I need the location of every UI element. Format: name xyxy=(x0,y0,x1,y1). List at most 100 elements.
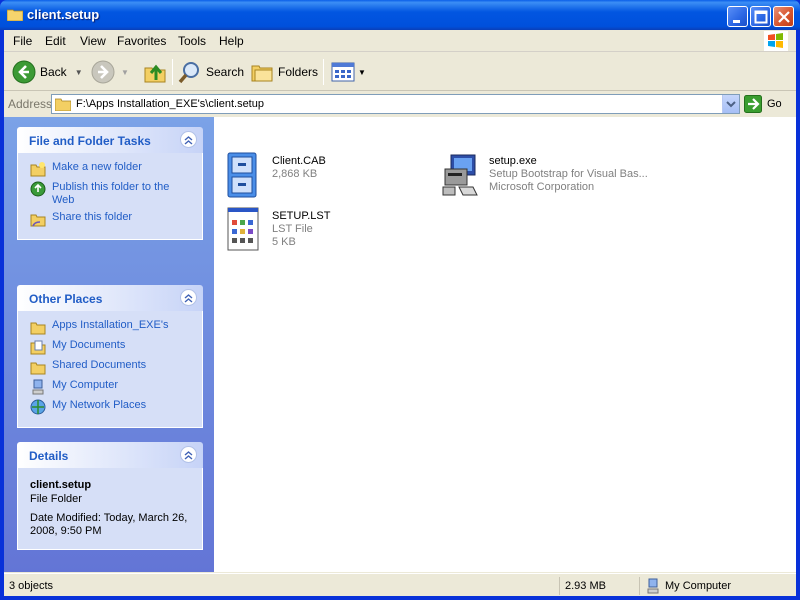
file-name: Client.CAB xyxy=(272,155,326,167)
place-label: Apps Installation_EXE's xyxy=(52,319,169,331)
folder-icon xyxy=(55,98,71,111)
file-description: Setup Bootstrap for Visual Bas... xyxy=(489,168,648,180)
folders-label: Folders xyxy=(278,65,319,79)
details-item-name: client.setup xyxy=(30,479,92,491)
minimize-icon xyxy=(733,20,740,23)
status-size: 2.93 MB xyxy=(559,577,639,595)
folder-icon xyxy=(7,9,23,21)
menu-bar: File Edit View Favorites Tools Help xyxy=(4,30,796,52)
status-bar: 3 objects 2.93 MB My Computer xyxy=(4,573,796,596)
panel-title: Other Places xyxy=(29,292,103,306)
folder-icon xyxy=(30,362,46,375)
cabinet-icon xyxy=(227,152,257,198)
forward-arrow-icon xyxy=(91,60,115,84)
place-my-network-places[interactable]: My Network Places xyxy=(30,399,194,415)
place-my-computer[interactable]: My Computer xyxy=(30,379,194,395)
file-item-setup-lst[interactable]: SETUP.LST LST File 5 KB xyxy=(224,206,331,254)
views-dropdown-icon[interactable]: ▼ xyxy=(358,68,366,77)
windows-logo-icon xyxy=(764,31,788,51)
task-make-new-folder[interactable]: Make a new folder xyxy=(30,161,194,177)
maximize-icon xyxy=(754,10,768,24)
panel-body: Make a new folder Publish this folder to… xyxy=(17,153,203,240)
toolbar-separator xyxy=(323,59,324,85)
go-arrow-icon xyxy=(744,95,762,113)
menu-edit[interactable]: Edit xyxy=(45,34,66,48)
collapse-chevron-icon[interactable] xyxy=(180,289,197,306)
back-arrow-icon xyxy=(12,60,36,84)
panel-header[interactable]: File and Folder Tasks xyxy=(17,127,203,153)
file-item-client-cab[interactable]: Client.CAB 2,868 KB xyxy=(224,151,326,199)
status-zone-label: My Computer xyxy=(665,580,732,592)
collapse-chevron-icon[interactable] xyxy=(180,131,197,148)
task-pane: File and Folder Tasks Make a new folder … xyxy=(4,117,214,572)
search-label: Search xyxy=(206,65,245,79)
details-date-modified: Date Modified: Today, March 26, 2008, 9:… xyxy=(30,512,188,537)
toolbar: Back ▼ ▼ Search Folders ▼ xyxy=(4,53,796,91)
task-share-folder[interactable]: Share this folder xyxy=(30,211,194,227)
file-size: 5 KB xyxy=(272,236,296,248)
window-title: client.setup xyxy=(27,7,100,22)
search-button[interactable]: Search xyxy=(178,57,244,87)
file-name: SETUP.LST xyxy=(272,210,331,222)
text-file-icon xyxy=(227,207,259,251)
file-size: 2,868 KB xyxy=(272,168,318,180)
go-button[interactable]: Go xyxy=(744,95,782,113)
window-client: File Edit View Favorites Tools Help Back… xyxy=(4,30,796,596)
menu-view[interactable]: View xyxy=(80,34,106,48)
close-icon xyxy=(778,11,790,23)
maximize-button[interactable] xyxy=(750,6,771,27)
collapse-chevron-icon[interactable] xyxy=(180,446,197,463)
file-list-pane[interactable]: Client.CAB 2,868 KB setup.exe Setup Boot… xyxy=(214,117,796,572)
place-apps-installation[interactable]: Apps Installation_EXE's xyxy=(30,319,194,335)
address-path: F:\Apps Installation_EXE's\client.setup xyxy=(76,98,264,110)
close-button[interactable] xyxy=(773,6,794,27)
task-label: Share this folder xyxy=(52,211,133,223)
folders-button[interactable]: Folders xyxy=(250,57,318,87)
computer-icon xyxy=(647,578,659,594)
file-company: Microsoft Corporation xyxy=(489,181,595,193)
details-item-type: File Folder xyxy=(30,493,82,505)
panel-body: Apps Installation_EXE's My Documents Sha… xyxy=(17,311,203,428)
minimize-button[interactable] xyxy=(727,6,748,27)
status-object-count: 3 objects xyxy=(9,580,54,592)
menu-favorites[interactable]: Favorites xyxy=(117,34,166,48)
my-documents-icon xyxy=(30,340,46,355)
globe-icon xyxy=(30,181,46,197)
task-label: Make a new folder xyxy=(52,161,142,173)
file-item-setup-exe[interactable]: setup.exe Setup Bootstrap for Visual Bas… xyxy=(441,151,648,199)
back-label: Back xyxy=(40,65,67,79)
status-zone: My Computer xyxy=(639,577,796,595)
back-dropdown-icon[interactable]: ▼ xyxy=(75,68,83,77)
up-folder-button[interactable] xyxy=(143,57,167,87)
back-button[interactable]: Back ▼ xyxy=(12,57,83,87)
panel-header[interactable]: Other Places xyxy=(17,285,203,311)
place-my-documents[interactable]: My Documents xyxy=(30,339,194,355)
file-type: LST File xyxy=(272,223,313,235)
up-folder-icon xyxy=(144,64,166,83)
chevron-down-icon xyxy=(726,101,736,108)
task-publish-folder[interactable]: Publish this folder to the Web xyxy=(30,181,194,207)
panel-title: File and Folder Tasks xyxy=(29,134,151,148)
menu-file[interactable]: File xyxy=(13,34,32,48)
forward-button[interactable]: ▼ xyxy=(91,57,129,87)
menu-tools[interactable]: Tools xyxy=(178,34,206,48)
go-label: Go xyxy=(767,98,782,110)
explorer-window: client.setup File Edit View Favorites To… xyxy=(0,0,800,600)
views-button[interactable]: ▼ xyxy=(331,57,366,87)
folder-icon xyxy=(30,322,46,335)
title-bar[interactable]: client.setup xyxy=(0,0,800,30)
computer-icon xyxy=(32,379,44,395)
place-label: My Computer xyxy=(52,379,119,391)
setup-installer-icon xyxy=(442,154,478,196)
address-field[interactable]: F:\Apps Installation_EXE's\client.setup xyxy=(51,94,740,114)
details-panel: Details client.setup File Folder Date Mo… xyxy=(17,442,203,550)
other-places-panel: Other Places Apps Installation_EXE's My … xyxy=(17,285,203,428)
forward-dropdown-icon[interactable]: ▼ xyxy=(121,68,129,77)
menu-help[interactable]: Help xyxy=(219,34,244,48)
new-folder-icon xyxy=(30,162,46,177)
address-dropdown-button[interactable] xyxy=(722,95,739,113)
address-label: Address xyxy=(8,97,53,111)
place-shared-documents[interactable]: Shared Documents xyxy=(30,359,194,375)
views-icon xyxy=(331,62,355,82)
panel-header[interactable]: Details xyxy=(17,442,203,468)
